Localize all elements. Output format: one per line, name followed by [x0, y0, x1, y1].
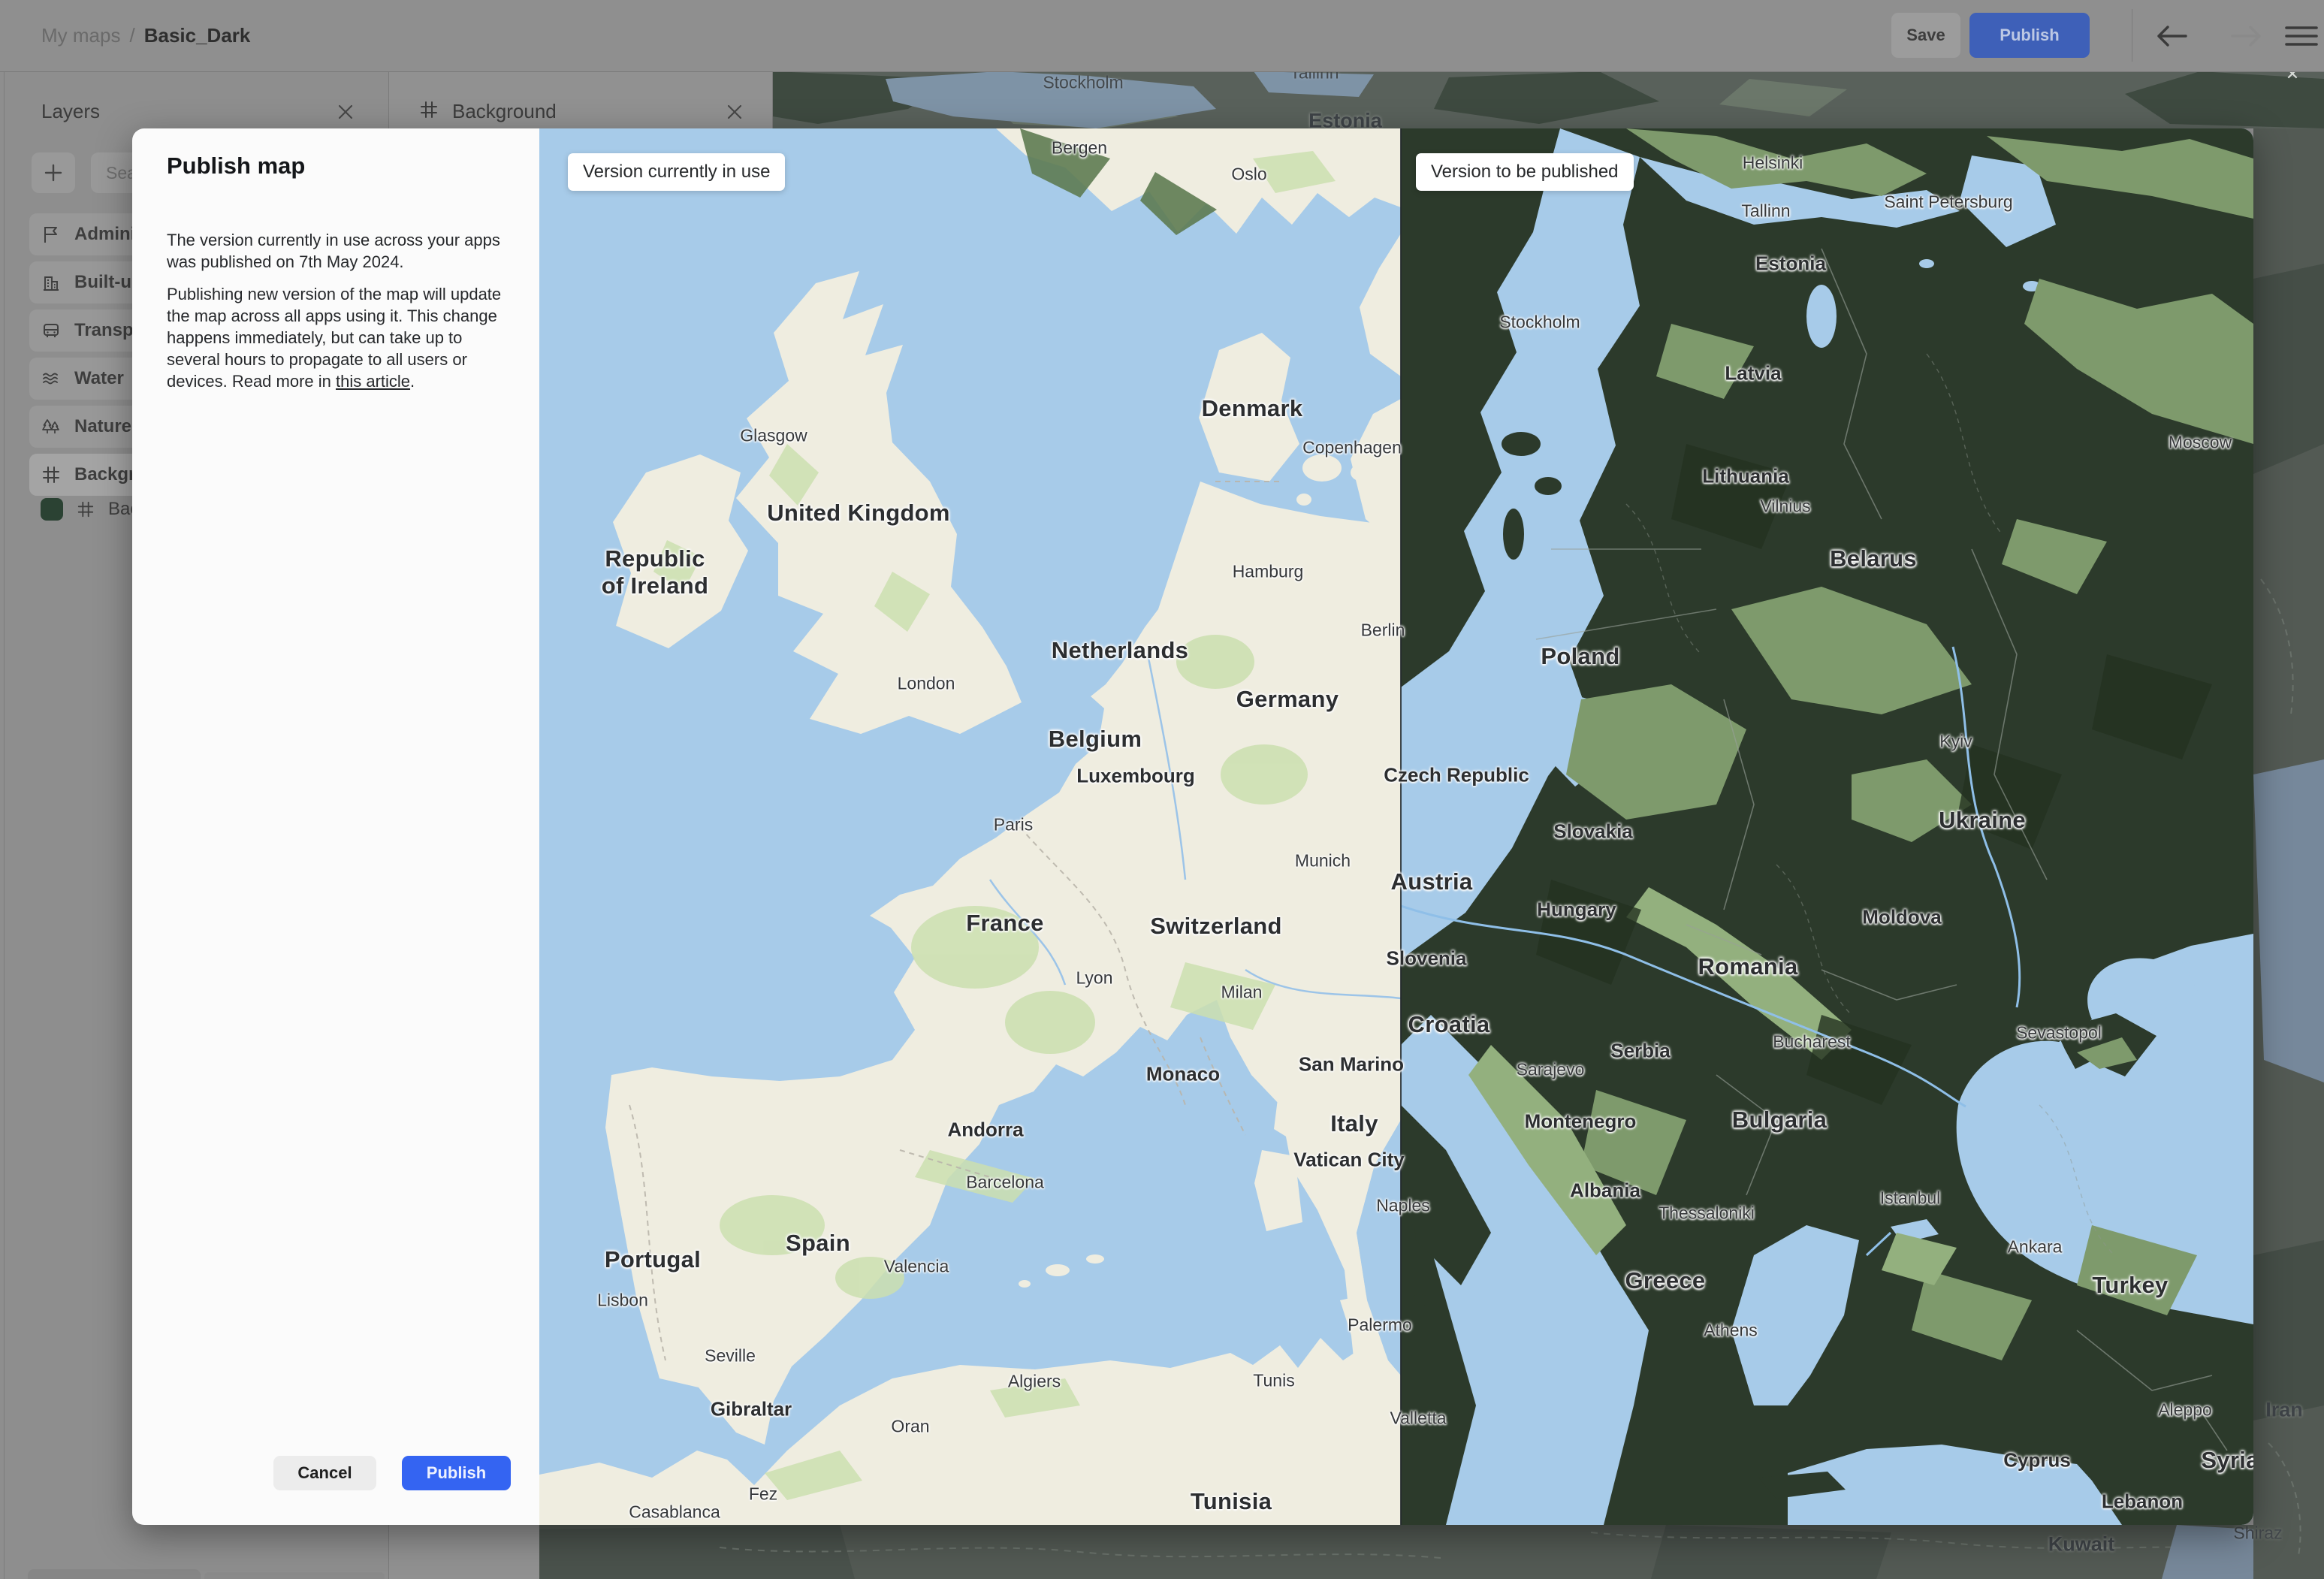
background-tab-title[interactable]: Background [452, 100, 557, 123]
published-version-badge: Version to be published [1416, 153, 1634, 191]
grid-icon [421, 101, 437, 118]
dialog-title: Publish map [167, 152, 306, 179]
sublayer-row-background[interactable]: Bac [41, 496, 139, 523]
publish-dialog: Publish map The version currently in use… [132, 128, 2253, 1525]
back-arrow-icon[interactable] [2153, 21, 2190, 51]
menu-icon[interactable] [2282, 21, 2321, 51]
cancel-button[interactable]: Cancel [273, 1456, 376, 1490]
layers-panel-title: Layers [41, 100, 101, 122]
breadcrumb-my-maps[interactable]: My maps [41, 24, 120, 47]
flag-icon [44, 227, 57, 243]
this-article-link[interactable]: this article [336, 372, 410, 391]
dimmed-map-right [2253, 128, 2324, 1579]
plus-icon [44, 164, 62, 182]
top-bar: My maps / Basic_Dark Save Publish [0, 0, 2324, 72]
version-compare-panel: Bergen Oslo Glasgow United Kingdom Republic … [539, 128, 2253, 1525]
save-button[interactable]: Save [1891, 13, 1960, 58]
map-version-current[interactable] [539, 128, 1401, 1525]
version-split-divider[interactable] [1400, 128, 1402, 1525]
close-icon[interactable] [337, 103, 355, 121]
dialog-actions: Cancel Publish [273, 1456, 511, 1490]
add-layer-button[interactable] [32, 152, 75, 193]
layer-color-swatch[interactable] [41, 498, 63, 521]
dimmed-bottom-toast [28, 1569, 201, 1579]
dialog-paragraph-current-version: The version currently in use across your… [167, 231, 500, 271]
waves-icon [43, 373, 58, 385]
map-studio-app: My maps / Basic_Dark Save Publish Layers… [0, 0, 2324, 1579]
publish-modal: Publish map The version currently in use… [132, 128, 539, 1525]
dimmed-map-top [773, 71, 2324, 128]
map-version-published[interactable] [1401, 128, 2253, 1525]
window-edge-line [4, 71, 5, 1579]
paragraph-text: . [410, 372, 415, 391]
breadcrumb-separator: / [129, 24, 135, 47]
current-version-badge: Version currently in use [568, 153, 786, 191]
publish-button-topbar[interactable]: Publish [1969, 13, 2090, 58]
grid-icon [77, 501, 94, 518]
close-icon[interactable] [726, 103, 744, 121]
grid-icon [43, 466, 59, 483]
publish-button[interactable]: Publish [402, 1456, 511, 1490]
breadcrumb: My maps / Basic_Dark [41, 0, 250, 71]
dialog-paragraph-publish-info: Publishing new version of the map will u… [167, 283, 506, 392]
layer-label: Water [74, 368, 124, 388]
building-icon [44, 276, 59, 291]
breadcrumb-map-name: Basic_Dark [143, 24, 251, 47]
paragraph-text: Publishing new version of the map will u… [167, 285, 502, 391]
dimmed-map-bottom [539, 1525, 2253, 1579]
forward-arrow-icon[interactable] [2228, 21, 2265, 51]
bus-icon [44, 324, 59, 337]
layer-label: Nature [74, 416, 132, 436]
dimmed-bottom-toast [204, 1572, 385, 1579]
trees-icon [42, 419, 59, 433]
